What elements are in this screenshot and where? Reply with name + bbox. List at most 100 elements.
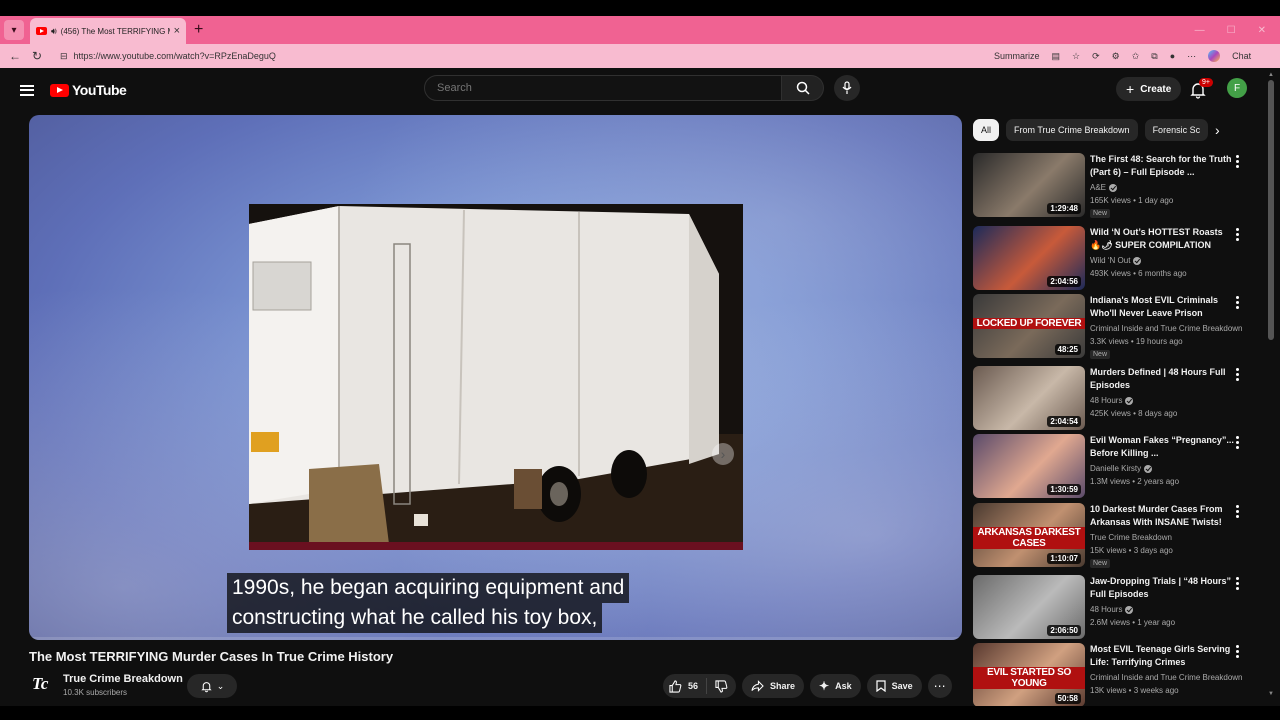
more-options-icon[interactable]	[1234, 645, 1240, 658]
video-actions: 56 Share ✦ Ask Save ⋯	[663, 674, 952, 698]
reader-icon[interactable]: ▤	[1052, 51, 1061, 62]
scrollbar-thumb[interactable]	[1268, 80, 1274, 340]
search-button[interactable]	[782, 75, 824, 101]
summarize-button[interactable]: Summarize	[994, 51, 1040, 61]
recommendation-card[interactable]: 1:29:48 The First 48: Search for the Trut…	[973, 153, 1263, 219]
recommendation-title[interactable]: Wild ‘N Out’s HOTTEST Roasts 🔥🌶 SUPER CO…	[1090, 226, 1236, 252]
bookmark-icon	[876, 680, 886, 692]
tab-list-chevron-icon[interactable]: ▾	[4, 20, 24, 40]
recommendation-channel[interactable]: True Crime Breakdown	[1090, 533, 1172, 542]
recommendation-thumbnail[interactable]: 2:04:56	[973, 226, 1085, 290]
menu-icon[interactable]	[20, 84, 34, 96]
youtube-logo[interactable]: YouTube	[50, 82, 127, 98]
recommendation-thumbnail[interactable]: LOCKED UP FOREVER 48:25	[973, 294, 1085, 358]
video-player[interactable]: › 1990s, he began acquiring equipment an…	[29, 115, 962, 640]
plus-icon: +	[1126, 81, 1135, 97]
ask-button[interactable]: ✦ Ask	[810, 674, 861, 698]
recommendation-card[interactable]: 2:04:54 Murders Defined | 48 Hours Full E…	[973, 366, 1263, 432]
recommendation-card[interactable]: ARKANSAS DARKEST CASES 1:10:07 10 Darkest …	[973, 503, 1263, 569]
chip-forensic[interactable]: Forensic Sc	[1144, 119, 1209, 141]
recommendation-thumbnail[interactable]: 1:30:59	[973, 434, 1085, 498]
create-button[interactable]: + Create	[1116, 77, 1182, 101]
recommendation-channel[interactable]: Criminal Inside and True Crime Breakdown	[1090, 673, 1243, 682]
favorites-bar-icon[interactable]: ✩	[1132, 51, 1140, 62]
recommendation-channel[interactable]: Criminal Inside and True Crime Breakdown	[1090, 324, 1243, 333]
recommendation-card[interactable]: 2:04:56 Wild ‘N Out’s HOTTEST Roasts 🔥🌶 S…	[973, 226, 1263, 292]
close-tab-icon[interactable]: ×	[174, 25, 180, 37]
progress-bar[interactable]	[29, 637, 962, 640]
next-slide-arrow-icon[interactable]: ›	[712, 443, 734, 465]
recommendation-thumbnail[interactable]: 1:29:48	[973, 153, 1085, 217]
tab-title: (456) The Most TERRIFYING M	[60, 26, 170, 36]
menu-dots-icon[interactable]: ⋯	[1187, 51, 1196, 62]
profile-icon[interactable]: ●	[1170, 51, 1175, 61]
recommendation-channel[interactable]: 48 Hours	[1090, 396, 1134, 405]
chip-all[interactable]: All	[973, 119, 1000, 141]
more-options-icon[interactable]	[1234, 296, 1240, 309]
channel-name[interactable]: True Crime Breakdown	[63, 673, 183, 685]
chips-next-chevron-icon[interactable]: ›	[1215, 122, 1220, 138]
share-button[interactable]: Share	[742, 674, 805, 698]
site-info-icon[interactable]: ⊟	[60, 51, 68, 62]
scroll-down-arrow-icon[interactable]: ▼	[1268, 691, 1274, 697]
recommendation-title[interactable]: Most EVIL Teenage Girls Serving Life: Te…	[1090, 643, 1236, 669]
save-label: Save	[891, 681, 913, 691]
like-button[interactable]: 56	[663, 678, 708, 694]
refresh-page-icon[interactable]: ⟳	[1092, 51, 1100, 62]
dislike-button[interactable]	[707, 679, 736, 693]
avatar[interactable]: F	[1227, 78, 1247, 98]
chat-button[interactable]: Chat	[1232, 51, 1251, 61]
more-options-icon[interactable]	[1234, 155, 1240, 168]
verified-check-icon	[1125, 396, 1134, 405]
recommendation-card[interactable]: EVIL STARTED SO YOUNG 50:58 Most EVIL Teen…	[973, 643, 1263, 709]
recommendation-title[interactable]: Indiana's Most EVIL Criminals Who'll Nev…	[1090, 294, 1236, 320]
collections-icon[interactable]: ⧉	[1151, 51, 1157, 62]
url-field[interactable]: ⊟ https://www.youtube.com/watch?v=RPzEna…	[54, 46, 964, 66]
extensions-icon[interactable]: ⚙	[1112, 51, 1120, 62]
recommendation-title[interactable]: The First 48: Search for the Truth (Part…	[1090, 153, 1236, 179]
channel-logo[interactable]: Tc	[32, 674, 54, 696]
more-actions-button[interactable]: ⋯	[927, 674, 952, 698]
more-options-icon[interactable]	[1234, 368, 1240, 381]
recommendation-channel[interactable]: Wild ‘N Out	[1090, 256, 1142, 265]
search-icon	[796, 81, 810, 95]
maximize-icon[interactable]: ☐	[1227, 25, 1236, 36]
recommendation-title[interactable]: Murders Defined | 48 Hours Full Episodes	[1090, 366, 1236, 392]
recommendation-card[interactable]: 1:30:59 Evil Woman Fakes “Pregnancy”... B…	[973, 434, 1263, 500]
recommendation-title[interactable]: Evil Woman Fakes “Pregnancy”... Before K…	[1090, 434, 1236, 460]
browser-tab[interactable]: 🔊︎ (456) The Most TERRIFYING M ×	[30, 18, 186, 44]
more-options-icon[interactable]	[1234, 436, 1240, 449]
voice-search-button[interactable]	[834, 75, 860, 101]
recommendation-title[interactable]: Jaw-Dropping Trials | “48 Hours” Full Ep…	[1090, 575, 1236, 601]
recommendation-thumbnail[interactable]: ARKANSAS DARKEST CASES 1:10:07	[973, 503, 1085, 567]
video-title: The Most TERRIFYING Murder Cases In True…	[29, 649, 394, 664]
reload-icon[interactable]: ↻	[26, 49, 48, 63]
copilot-icon[interactable]	[1208, 50, 1221, 62]
save-button[interactable]: Save	[866, 674, 922, 698]
more-options-icon[interactable]	[1234, 505, 1240, 518]
recommendation-card[interactable]: 2:06:50 Jaw-Dropping Trials | “48 Hours” …	[973, 575, 1263, 641]
new-tab-icon[interactable]: +	[194, 21, 203, 39]
subscribed-bell-button[interactable]: ⌄	[187, 674, 237, 698]
video-duration: 2:04:56	[1047, 276, 1081, 287]
recommendation-channel[interactable]: Danielle Kirsty	[1090, 464, 1153, 473]
more-options-icon[interactable]	[1234, 228, 1240, 241]
back-icon[interactable]: ←	[4, 49, 26, 63]
speaker-icon[interactable]: 🔊︎	[51, 26, 57, 37]
recommendation-card[interactable]: LOCKED UP FOREVER 48:25 Indiana's Most EVI…	[973, 294, 1263, 360]
more-options-icon[interactable]	[1234, 577, 1240, 590]
minimize-icon[interactable]: —	[1195, 25, 1205, 36]
recommendation-channel-name: A&E	[1090, 183, 1107, 192]
favorite-icon[interactable]: ☆	[1072, 51, 1080, 62]
recommendation-title[interactable]: 10 Darkest Murder Cases From Arkansas Wi…	[1090, 503, 1236, 529]
recommendation-thumbnail[interactable]: EVIL STARTED SO YOUNG 50:58	[973, 643, 1085, 707]
close-window-icon[interactable]: ✕	[1258, 25, 1266, 36]
share-icon	[751, 680, 764, 692]
recommendation-channel[interactable]: A&E	[1090, 183, 1118, 192]
scroll-up-arrow-icon[interactable]: ▲	[1268, 72, 1274, 78]
recommendation-thumbnail[interactable]: 2:04:54	[973, 366, 1085, 430]
recommendation-channel[interactable]: 48 Hours	[1090, 605, 1134, 614]
search-input[interactable]	[424, 75, 782, 101]
chip-from-channel[interactable]: From True Crime Breakdown	[1006, 119, 1138, 141]
recommendation-thumbnail[interactable]: 2:06:50	[973, 575, 1085, 639]
